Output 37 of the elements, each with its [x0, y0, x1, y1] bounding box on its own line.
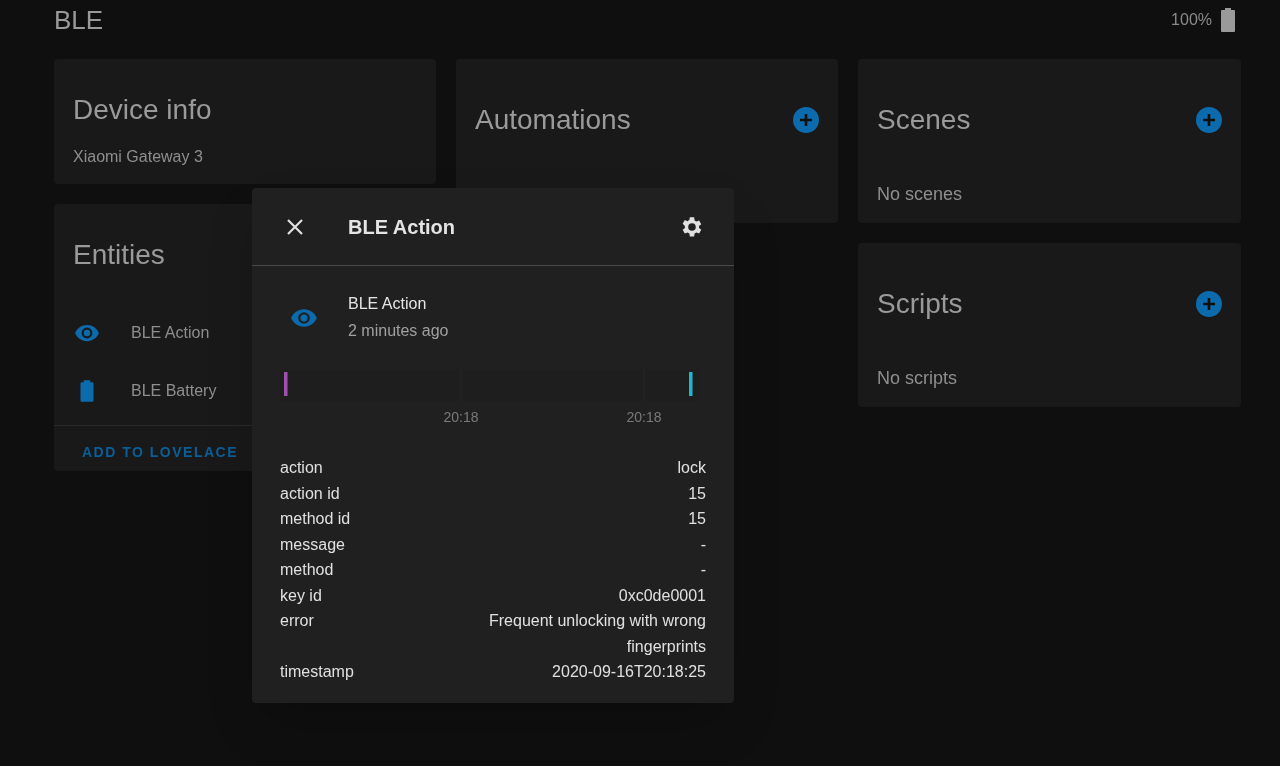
attribute-value: 15: [688, 483, 706, 504]
page-title: BLE: [54, 3, 104, 37]
attribute-name: action: [280, 458, 323, 478]
attribute-name: timestamp: [280, 662, 354, 682]
dialog-title: BLE Action: [348, 214, 457, 240]
attribute-value: lock: [677, 458, 706, 478]
entity-name: BLE Action: [348, 294, 428, 314]
attribute-value: 0xc0de0001: [618, 585, 706, 606]
attribute-value: -: [700, 534, 706, 555]
attribute-name: error: [280, 611, 314, 631]
time-tick: 20:18: [626, 408, 662, 427]
attribute-name: key id: [280, 585, 322, 606]
battery-level: 100%: [1171, 10, 1212, 30]
add-icon[interactable]: [1196, 291, 1222, 317]
card-title: Entities: [72, 238, 166, 272]
attribute-value: 2020-09-16T20:18:25: [552, 662, 706, 682]
card-title: Device info: [73, 93, 213, 127]
card-title: Scenes: [877, 103, 971, 137]
empty-message: No scenes: [877, 183, 964, 206]
attribute-name: action id: [280, 483, 340, 504]
entity-name[interactable]: BLE Action: [131, 321, 210, 345]
device-model: Xiaomi Gateway 3: [73, 147, 204, 167]
card-title: Automations: [475, 103, 631, 137]
time-tick: 20:18: [443, 408, 479, 427]
battery-icon: [1220, 8, 1236, 32]
attribute-value: Frequent unlocking with wrong fingerprints: [488, 611, 706, 657]
add-icon[interactable]: [1196, 107, 1222, 133]
attribute-name: method: [280, 560, 334, 580]
card-title: Scripts: [877, 287, 963, 321]
last-changed: 2 minutes ago: [348, 321, 449, 341]
add-icon[interactable]: [793, 107, 819, 133]
empty-message: No scripts: [877, 367, 958, 390]
entity-name[interactable]: BLE Battery: [131, 379, 217, 403]
attribute-name: method id: [280, 509, 351, 529]
attribute-value: 15: [688, 509, 706, 529]
attribute-value: -: [700, 560, 706, 580]
attribute-name: message: [280, 534, 345, 555]
